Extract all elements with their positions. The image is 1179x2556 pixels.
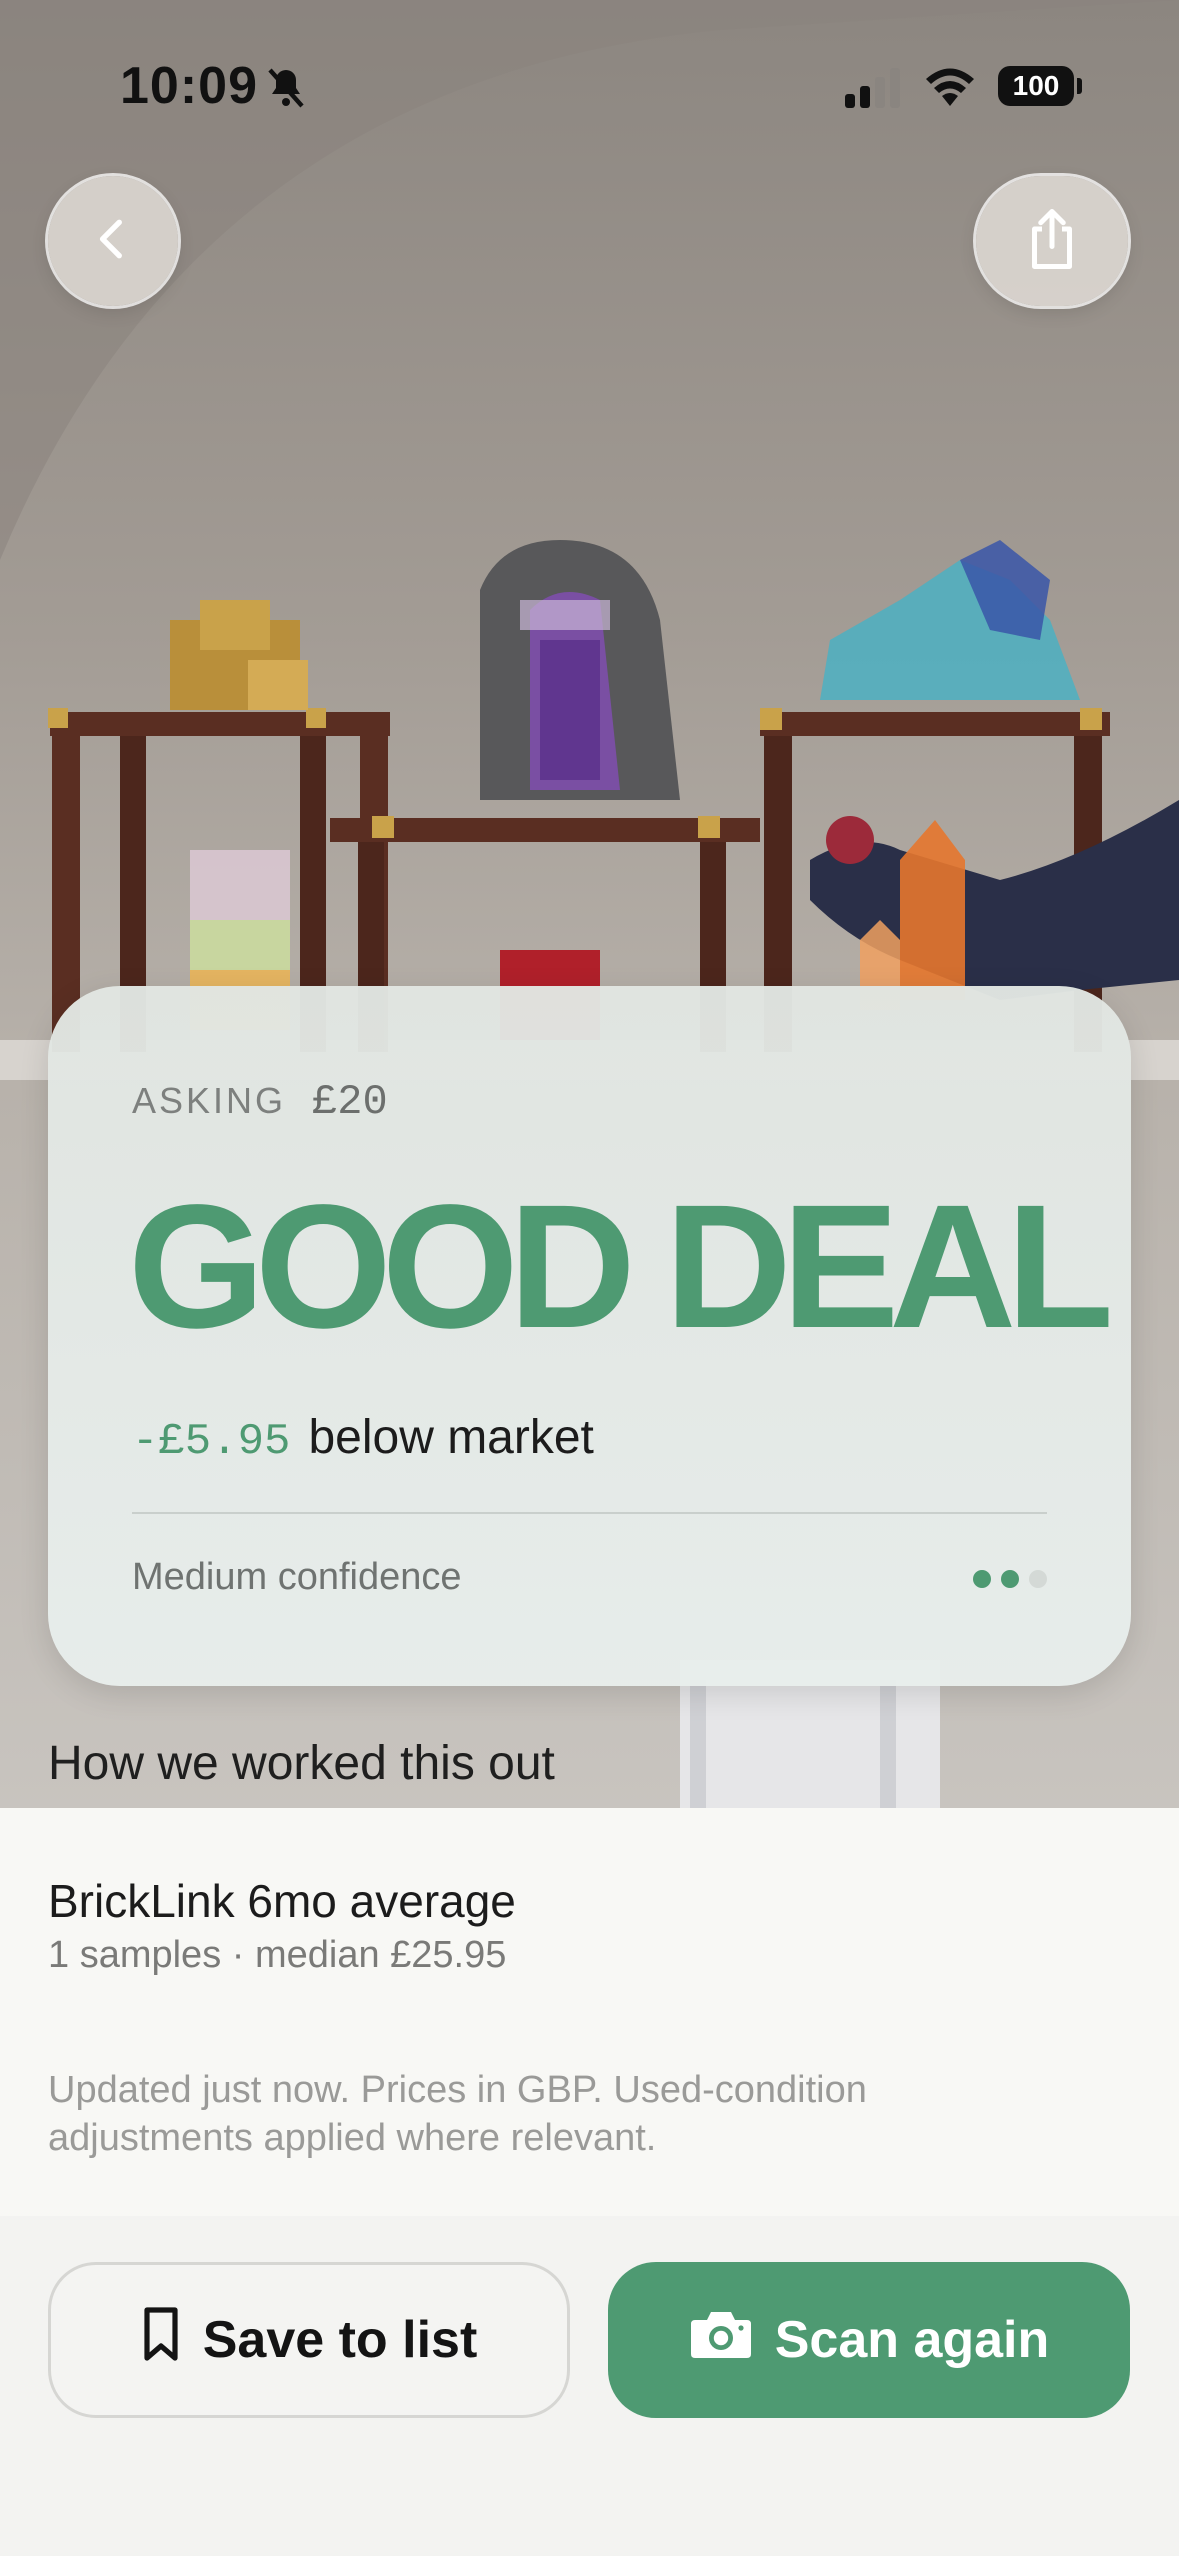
back-button[interactable] bbox=[48, 176, 178, 306]
bell-off-icon bbox=[262, 64, 310, 117]
share-icon bbox=[1022, 206, 1082, 277]
price-difference: -£5.95 bbox=[132, 1417, 291, 1467]
card-divider bbox=[132, 1512, 1047, 1514]
scan-label: Scan again bbox=[774, 2311, 1050, 2369]
asking-label: ASKING bbox=[132, 1080, 287, 1121]
battery-tip bbox=[1077, 78, 1082, 94]
scan-again-button[interactable]: Scan again bbox=[608, 2262, 1130, 2418]
price-source-name: BrickLink 6mo average bbox=[48, 1875, 516, 1927]
bookmark-icon bbox=[141, 2306, 181, 2375]
asking-price: £20 bbox=[312, 1078, 388, 1126]
price-footnote: Updated just now. Prices in GBP. Used-co… bbox=[48, 2069, 867, 2159]
asking-price-row: ASKING £20 bbox=[132, 1078, 388, 1126]
wifi-icon bbox=[924, 64, 976, 111]
confidence-dot bbox=[973, 1570, 991, 1588]
share-button[interactable] bbox=[976, 176, 1128, 306]
deal-verdict: GOOD DEAL bbox=[128, 1169, 1114, 1365]
section-title: How we worked this out bbox=[48, 1737, 555, 1790]
confidence-dot bbox=[1001, 1570, 1019, 1588]
price-source-meta: 1 samples · median £25.95 bbox=[48, 1934, 507, 1976]
difference-label: below market bbox=[308, 1411, 594, 1464]
save-to-list-button[interactable]: Save to list bbox=[48, 2262, 570, 2418]
battery-level: 100 bbox=[998, 66, 1074, 106]
verdict-card: ASKING £20 GOOD DEAL -£5.95 below market… bbox=[48, 986, 1131, 1686]
camera-icon bbox=[689, 2308, 753, 2373]
chevron-left-icon bbox=[88, 214, 138, 269]
confidence-dot bbox=[1029, 1570, 1047, 1588]
status-time: 10:09 bbox=[120, 57, 258, 115]
cellular-signal-icon bbox=[845, 68, 905, 113]
save-label: Save to list bbox=[202, 2311, 478, 2369]
market-difference-row: -£5.95 below market bbox=[132, 1410, 594, 1467]
confidence-label: Medium confidence bbox=[132, 1556, 462, 1598]
confidence-indicator bbox=[973, 1570, 1047, 1588]
